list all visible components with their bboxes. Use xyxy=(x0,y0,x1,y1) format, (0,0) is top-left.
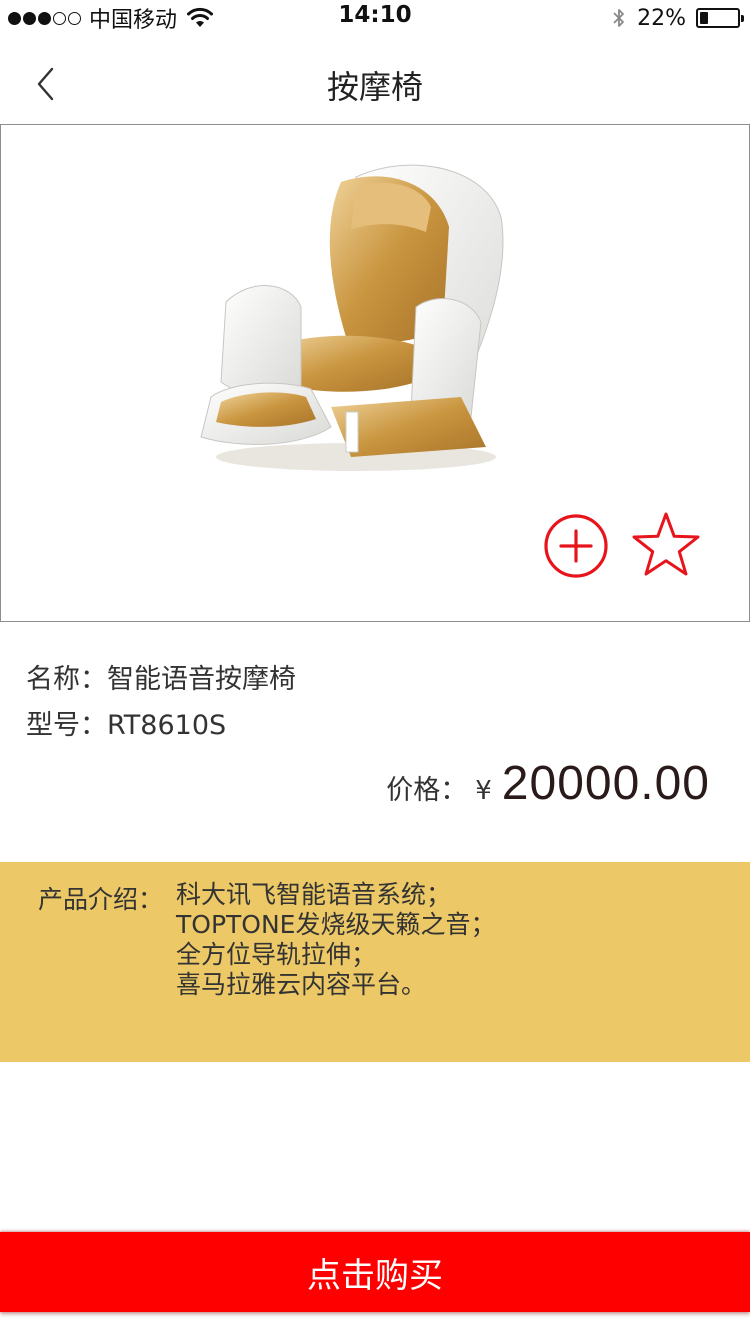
bluetooth-icon xyxy=(613,9,624,27)
product-model: RT8610S xyxy=(107,710,227,741)
product-intro: 产品介绍： 科大讯飞智能语音系统； TOPTONE发烧级天籁之音； 全方位导轨拉… xyxy=(0,862,750,1062)
name-label: 名称： xyxy=(26,664,107,695)
currency-symbol: ¥ xyxy=(475,776,492,806)
product-image-panel xyxy=(0,124,750,622)
plus-circle-icon[interactable] xyxy=(543,513,609,579)
buy-button-label: 点击购买 xyxy=(307,1255,443,1296)
star-outline-icon[interactable] xyxy=(631,511,701,577)
page-title: 按摩椅 xyxy=(326,68,423,106)
intro-label: 产品介绍： xyxy=(38,885,164,914)
product-info: 名称：智能语音按摩椅 型号：RT8610S xyxy=(26,660,726,752)
battery-level xyxy=(700,12,708,24)
model-label: 型号： xyxy=(26,710,107,741)
nav-bar: 按摩椅 xyxy=(0,40,750,124)
price-row: 价格： ¥ 20000.00 xyxy=(386,756,710,811)
battery-icon xyxy=(696,8,744,28)
intro-lines: 科大讯飞智能语音系统； TOPTONE发烧级天籁之音； 全方位导轨拉伸； 喜马拉… xyxy=(176,880,495,1000)
massage-chair-image xyxy=(200,164,504,471)
intro-line: TOPTONE发烧级天籁之音； xyxy=(176,910,496,939)
product-model-row: 型号：RT8610S xyxy=(26,706,726,752)
status-right: 22% xyxy=(611,4,744,32)
price-label: 价格： xyxy=(386,775,468,806)
price-value: 20000.00 xyxy=(501,757,710,810)
product-name: 智能语音按摩椅 xyxy=(107,664,296,695)
battery-percent: 22% xyxy=(637,5,686,31)
intro-line: 科大讯飞智能语音系统； xyxy=(176,880,452,909)
buy-button[interactable]: 点击购买 xyxy=(0,1232,750,1312)
intro-line: 全方位导轨拉伸； xyxy=(176,940,377,969)
status-bar: 中国移动 14:10 22% xyxy=(0,0,750,40)
product-name-row: 名称：智能语音按摩椅 xyxy=(26,660,726,706)
intro-line: 喜马拉雅云内容平台。 xyxy=(176,970,427,999)
